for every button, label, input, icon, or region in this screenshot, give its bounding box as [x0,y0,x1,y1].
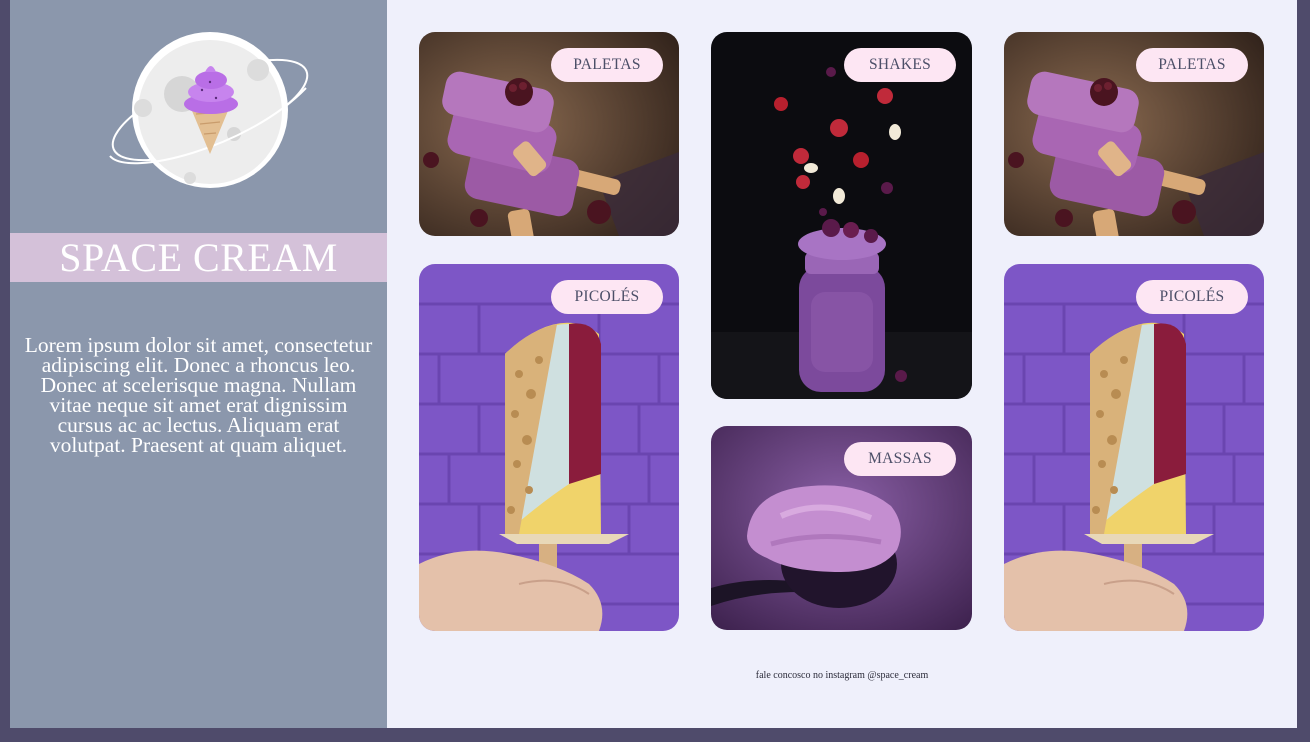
brand-title: SPACE CREAM [59,234,338,280]
tag-picoles-2[interactable]: PICOLÉS [1136,280,1248,314]
brand-banner: SPACE CREAM [10,233,387,282]
logo-planet-icecream-icon [98,28,316,196]
tag-shakes[interactable]: SHAKES [844,48,956,82]
brand-description: Lorem ipsum dolor sit amet, consectetur … [24,332,373,457]
card-paletas[interactable]: PALETAS [419,32,679,236]
sidebar: SPACE CREAM Lorem ipsum dolor sit amet, … [10,0,387,728]
card-picoles-2[interactable]: PICOLÉS [1004,264,1264,631]
berry-shake-jar-photo [711,32,972,399]
picole-on-purple-wall-photo [419,264,679,631]
card-shakes[interactable]: SHAKES [711,32,972,399]
tag-paletas-2[interactable]: PALETAS [1136,48,1248,82]
card-massas[interactable]: MASSAS [711,426,972,630]
footer-instagram-text: fale concosco no instagram @space_cream [755,670,929,681]
card-picoles[interactable]: PICOLÉS [419,264,679,631]
tag-picoles[interactable]: PICOLÉS [551,280,663,314]
tag-massas[interactable]: MASSAS [844,442,956,476]
product-gallery: PALETAS SHAKES PALETAS PICOLÉS MASSAS PI… [387,0,1297,728]
tag-paletas[interactable]: PALETAS [551,48,663,82]
picole-on-purple-wall-photo [1004,264,1264,631]
card-paletas-2[interactable]: PALETAS [1004,32,1264,236]
